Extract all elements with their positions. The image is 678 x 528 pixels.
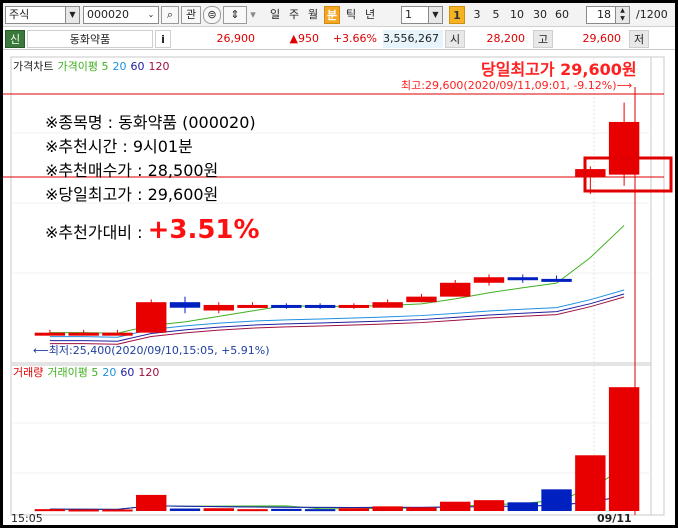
note-rec-price: ※추천매수가 : 28,500원 — [45, 161, 219, 180]
candle-body — [575, 169, 606, 178]
high-annotation: 최고:29,600(2020/09/11,09:01, -9.12%)⟶ — [401, 79, 633, 92]
legend-price-title: 가격차트 — [13, 60, 54, 73]
note-day-high: ※당일최고가 : 29,600원 — [45, 185, 219, 204]
volume-bar — [473, 500, 505, 511]
price-panel-frame — [10, 56, 665, 364]
volume-legend: 거래량 거래이평 5 20 60 120 — [13, 366, 163, 380]
volume-series — [34, 387, 640, 512]
candle-body — [507, 277, 538, 281]
candle-body — [271, 304, 302, 308]
note-ratio-value: +3.51% — [147, 215, 260, 245]
legend-volume-title: 거래량 — [13, 366, 44, 379]
legend-ma5: 가격이평 5 — [57, 60, 109, 73]
volume-bar — [271, 508, 302, 511]
legend-ma60: 60 — [130, 60, 145, 73]
x-axis-left-label: 15:05 — [11, 512, 43, 525]
candle-body — [34, 332, 66, 336]
y-axis-area — [650, 56, 665, 516]
legend-vma60: 60 — [120, 366, 135, 379]
volume-bar — [304, 509, 336, 512]
candle-body — [338, 304, 370, 308]
candle-body — [372, 302, 403, 308]
candle-body — [237, 304, 268, 308]
volume-bar — [372, 506, 403, 511]
candle-body — [136, 302, 167, 333]
note-ratio-label: ※추천가대비 : — [45, 223, 143, 242]
volume-bar — [338, 508, 370, 511]
x-axis-right-label: 09/11 — [597, 512, 632, 525]
legend-ma20: 20 — [112, 60, 127, 73]
volume-bar — [34, 509, 66, 512]
volume-bar — [440, 501, 471, 511]
candle-body — [304, 304, 336, 308]
candle-body — [406, 296, 437, 303]
legend-vma5: 거래이평 5 — [47, 366, 99, 379]
price-legend: 가격차트 가격이평 5 20 60 120 — [13, 60, 173, 74]
volume-bar — [237, 509, 268, 512]
volume-bar — [507, 502, 538, 511]
chart-window: 주식 ▼ 000020 ⌄ ⌕ 관 ⊜ ⇕ ▾ 일 주 월 분 틱 년 1 ▼ … — [3, 3, 675, 525]
volume-bar — [541, 489, 572, 511]
volume-bar — [169, 508, 201, 511]
candle-body — [440, 282, 471, 297]
candle-body — [102, 332, 133, 336]
volume-bar — [136, 494, 167, 511]
candle-body — [169, 302, 201, 308]
note-stock-name: ※종목명 : 동화약품 (000020) — [45, 113, 256, 132]
candle-body — [203, 304, 234, 311]
volume-bar — [575, 455, 606, 511]
low-annotation: ⟵최저:25,400(2020/09/10,15:05, +5.91%) — [33, 344, 270, 357]
volume-bar — [68, 509, 99, 512]
candle-body — [473, 277, 505, 283]
note-rec-time: ※추천시간 : 9시01분 — [45, 137, 193, 156]
volume-bar — [102, 509, 133, 512]
volume-bar — [406, 507, 437, 511]
volume-bar — [203, 508, 234, 511]
note-ratio: ※추천가대비 : +3.51% — [45, 215, 260, 245]
legend-ma120: 120 — [148, 60, 170, 73]
legend-vma120: 120 — [138, 366, 160, 379]
candle-body — [68, 332, 99, 336]
legend-vma20: 20 — [102, 366, 117, 379]
candle-body — [541, 278, 572, 282]
